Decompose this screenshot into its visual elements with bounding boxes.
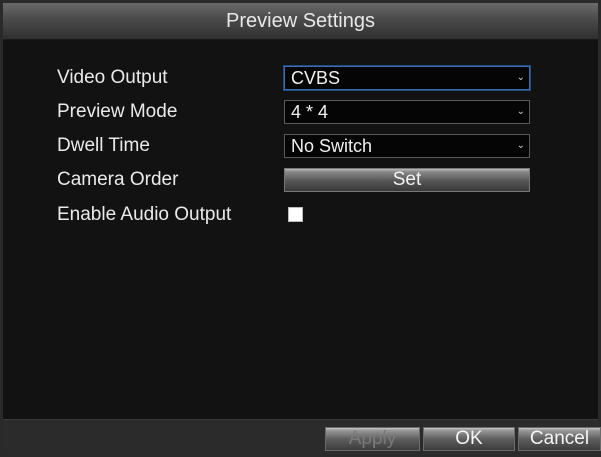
video-output-value: CVBS — [291, 68, 341, 88]
dwell-time-row: Dwell Time No Switch ⌄ — [3, 132, 598, 160]
preview-mode-row: Preview Mode 4 * 4 ⌄ — [3, 98, 598, 126]
dwell-time-value: No Switch — [291, 136, 373, 156]
dwell-time-select[interactable]: No Switch ⌄ — [284, 134, 530, 158]
dialog-title: Preview Settings — [226, 10, 375, 32]
preview-mode-select[interactable]: 4 * 4 ⌄ — [284, 100, 530, 124]
preview-settings-dialog: Preview Settings Video Output CVBS ⌄ Pre… — [0, 0, 601, 457]
camera-order-label: Camera Order — [57, 169, 179, 190]
enable-audio-row: Enable Audio Output — [3, 201, 598, 229]
dialog-title-bar: Preview Settings — [3, 3, 598, 40]
dropdown-arrow-icon: ⌄ — [516, 140, 525, 151]
camera-order-row: Camera Order Set — [3, 166, 598, 194]
dropdown-arrow-icon: ⌄ — [516, 72, 525, 83]
preview-mode-label: Preview Mode — [57, 101, 178, 122]
enable-audio-label: Enable Audio Output — [57, 204, 232, 225]
enable-audio-checkbox[interactable] — [288, 207, 303, 222]
video-output-row: Video Output CVBS ⌄ — [3, 64, 598, 92]
button-bar: Apply OK Cancel — [3, 419, 601, 454]
dwell-time-label: Dwell Time — [57, 135, 150, 156]
apply-button[interactable]: Apply — [325, 427, 420, 451]
preview-mode-value: 4 * 4 — [291, 102, 329, 122]
camera-order-set-button[interactable]: Set — [284, 168, 530, 192]
dropdown-arrow-icon: ⌄ — [516, 106, 525, 117]
video-output-label: Video Output — [57, 67, 168, 88]
cancel-button[interactable]: Cancel — [518, 427, 601, 451]
video-output-select[interactable]: CVBS ⌄ — [284, 66, 530, 90]
ok-button[interactable]: OK — [423, 427, 515, 451]
